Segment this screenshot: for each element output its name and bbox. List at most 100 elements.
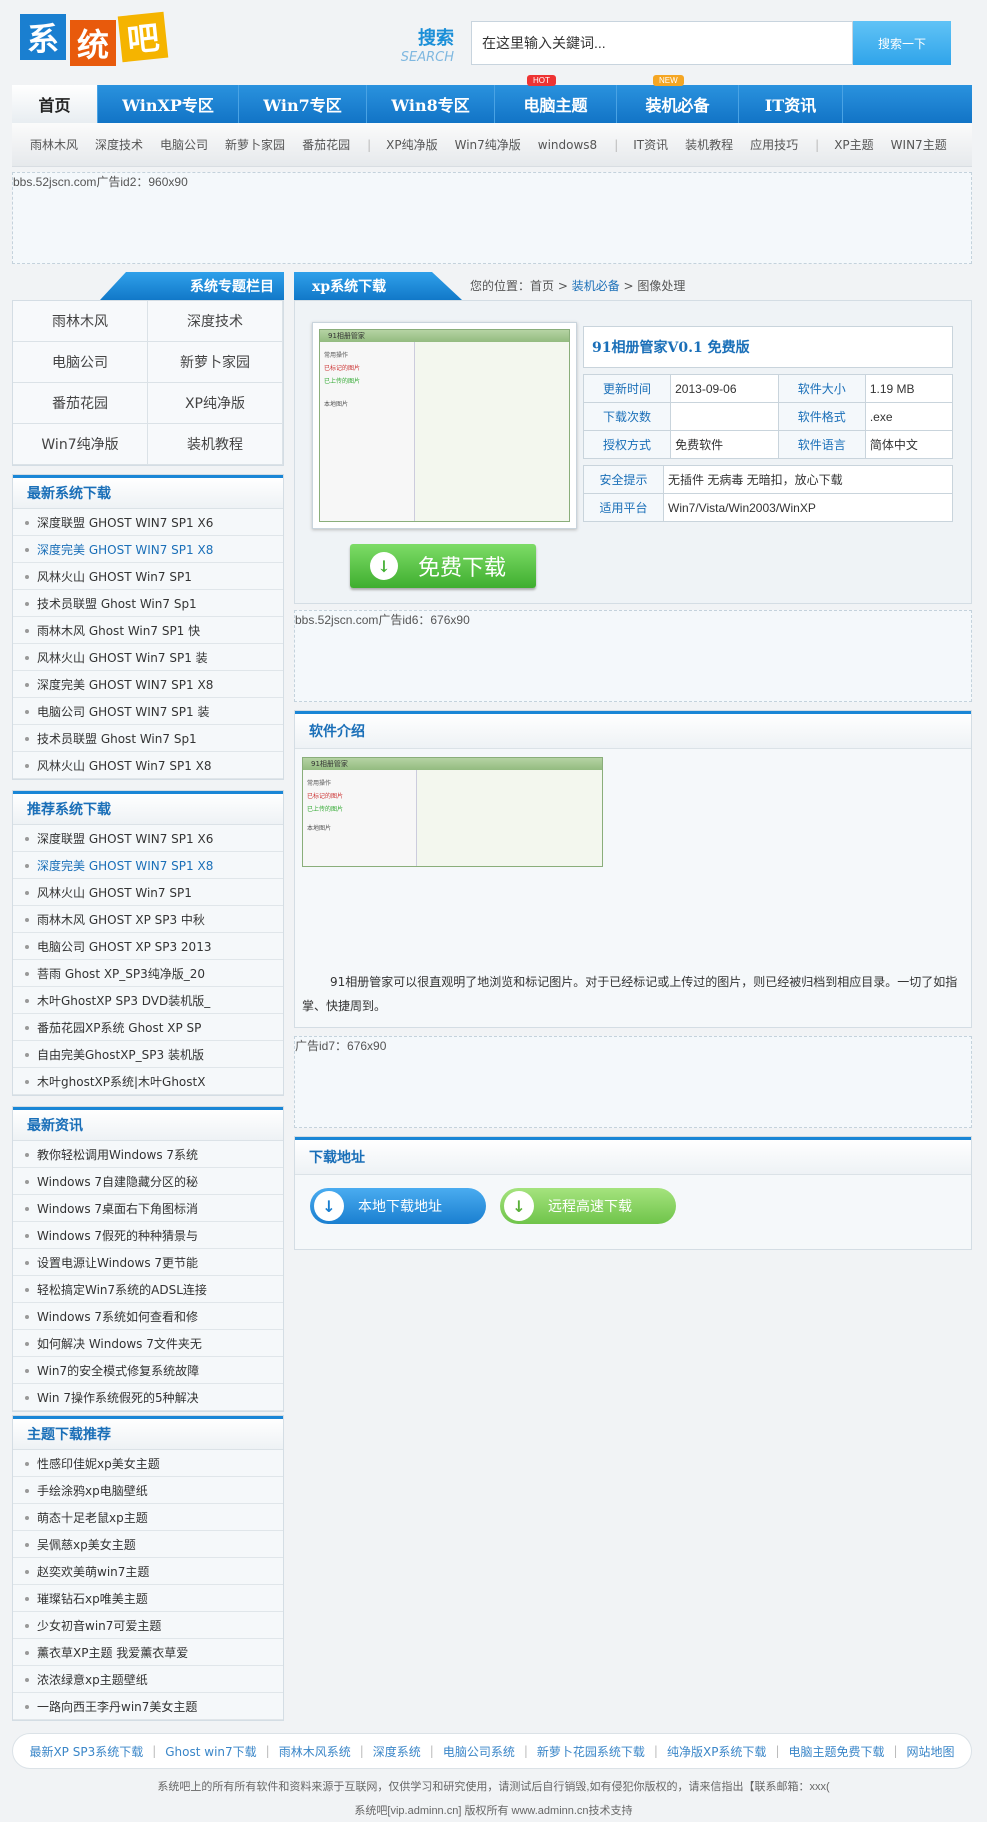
intro-heading: 软件介绍: [295, 711, 971, 749]
subnav-link[interactable]: 装机教程: [685, 136, 733, 153]
list-item[interactable]: 木叶ghostXP系统|木叶GhostX: [13, 1068, 283, 1095]
topic-link[interactable]: 雨林木风: [13, 301, 148, 342]
list-item[interactable]: Win 7操作系统假死的5种解决: [13, 1384, 283, 1411]
list-item[interactable]: 轻松搞定Win7系统的ADSL连接: [13, 1276, 283, 1303]
list-item[interactable]: 雨林木风 GHOST XP SP3 中秋: [13, 906, 283, 933]
breadcrumb-category[interactable]: 装机必备: [572, 279, 620, 293]
footer-link[interactable]: 网站地图: [907, 1743, 955, 1760]
list-item[interactable]: Windows 7桌面右下角图标消: [13, 1195, 283, 1222]
list-item[interactable]: 吴佩慈xp美女主题: [13, 1531, 283, 1558]
search-input[interactable]: [471, 21, 853, 65]
footer-divider: |: [893, 1744, 898, 1758]
list-item[interactable]: 教你轻松调用Windows 7系统: [13, 1141, 283, 1168]
topic-link[interactable]: 深度技术: [148, 301, 283, 342]
footer-link[interactable]: 深度系统: [373, 1743, 421, 1760]
list-item[interactable]: 雨林木风 Ghost Win7 SP1 快: [13, 617, 283, 644]
nav-win7[interactable]: Win7专区: [239, 85, 367, 123]
subnav-link[interactable]: 雨林木风: [30, 136, 78, 153]
list-item[interactable]: Windows 7假死的种种猜景与: [13, 1222, 283, 1249]
sub-nav: 雨林木风 深度技术 电脑公司 新萝卜家园 番茄花园 | XP纯净版 Win7纯净…: [12, 123, 972, 167]
list-item[interactable]: 风林火山 GHOST Win7 SP1 X8: [13, 752, 283, 779]
local-download-button[interactable]: ↓ 本地下载地址: [310, 1188, 486, 1224]
list-item[interactable]: 浓浓绿意xp主题壁纸: [13, 1666, 283, 1693]
list-item[interactable]: 风林火山 GHOST Win7 SP1: [13, 879, 283, 906]
site-logo[interactable]: 系 统 吧: [20, 11, 169, 66]
list-item[interactable]: 自由完美GhostXP_SP3 装机版: [13, 1041, 283, 1068]
topic-link[interactable]: XP纯净版: [148, 383, 283, 424]
list-item[interactable]: 萌态十足老鼠xp主题: [13, 1504, 283, 1531]
subnav-link[interactable]: 应用技巧: [750, 136, 798, 153]
subnav-link[interactable]: XP主题: [834, 136, 873, 153]
topic-link[interactable]: 番茄花园: [13, 383, 148, 424]
list-item[interactable]: 深度联盟 GHOST WIN7 SP1 X6: [13, 509, 283, 536]
list-item[interactable]: 深度完美 GHOST WIN7 SP1 X8: [13, 671, 283, 698]
list-item[interactable]: 薰衣草XP主题 我爱薰衣草爱: [13, 1639, 283, 1666]
nav-essentials-label: 装机必备: [645, 96, 710, 115]
info-key: 软件大小: [777, 374, 866, 403]
footer-link[interactable]: 雨林木风系统: [279, 1743, 351, 1760]
list-item[interactable]: 一路向西王李丹win7美女主题: [13, 1693, 283, 1720]
nav-themes[interactable]: 电脑主题 HOT: [495, 75, 617, 123]
remote-download-button[interactable]: ↓ 远程高速下载: [500, 1188, 676, 1224]
topic-link[interactable]: Win7纯净版: [13, 424, 148, 465]
info-value: 无插件 无病毒 无暗扣，放心下载: [663, 465, 953, 494]
mid-ad-banner[interactable]: bbs.52jscn.com广告id6：676x90: [294, 610, 972, 702]
nav-it-news[interactable]: IT资讯: [739, 85, 843, 123]
footer-link[interactable]: Ghost win7下载: [165, 1743, 256, 1760]
list-item[interactable]: 如何解决 Windows 7文件夹无: [13, 1330, 283, 1357]
subnav-link[interactable]: windows8: [538, 138, 597, 152]
footer-link[interactable]: 电脑公司系统: [443, 1743, 515, 1760]
list-item[interactable]: 菩雨 Ghost XP_SP3纯净版_20: [13, 960, 283, 987]
list-item[interactable]: 深度联盟 GHOST WIN7 SP1 X6: [13, 825, 283, 852]
nav-win8[interactable]: Win8专区: [367, 85, 495, 123]
info-key: 软件格式: [777, 402, 866, 431]
subnav-link[interactable]: 电脑公司: [160, 136, 208, 153]
topic-link[interactable]: 装机教程: [148, 424, 283, 465]
list-item[interactable]: 风林火山 GHOST Win7 SP1 装: [13, 644, 283, 671]
nav-home[interactable]: 首页: [12, 85, 98, 123]
software-screenshot[interactable]: 91相册管家 常用操作 已标记的图片 已上传的图片 本地图片: [312, 322, 577, 529]
list-item[interactable]: 木叶GhostXP SP3 DVD装机版_: [13, 987, 283, 1014]
list-item[interactable]: 技术员联盟 Ghost Win7 Sp1: [13, 725, 283, 752]
list-item[interactable]: 风林火山 GHOST Win7 SP1: [13, 563, 283, 590]
list-item[interactable]: 少女初音win7可爱主题: [13, 1612, 283, 1639]
list-item[interactable]: 深度完美 GHOST WIN7 SP1 X8: [13, 536, 283, 563]
list-item[interactable]: Windows 7系统如何查看和修: [13, 1303, 283, 1330]
footer-link[interactable]: 电脑主题免费下载: [788, 1743, 884, 1760]
list-item[interactable]: 性感印佳妮xp美女主题: [13, 1450, 283, 1477]
list-item[interactable]: 赵奕欢美萌win7主题: [13, 1558, 283, 1585]
topic-link[interactable]: 新萝卜家园: [148, 342, 283, 383]
list-item[interactable]: 技术员联盟 Ghost Win7 Sp1: [13, 590, 283, 617]
low-ad-banner[interactable]: 广告id7：676x90: [294, 1036, 972, 1128]
top-ad-banner[interactable]: bbs.52jscn.com广告id2：960x90: [12, 172, 972, 264]
subnav-link[interactable]: 番茄花园: [302, 136, 350, 153]
subnav-link[interactable]: IT资讯: [633, 136, 668, 153]
search-button[interactable]: 搜索一下: [853, 21, 951, 65]
list-item[interactable]: Windows 7自建隐藏分区的秘: [13, 1168, 283, 1195]
subnav-link[interactable]: 新萝卜家园: [225, 136, 285, 153]
list-item[interactable]: 电脑公司 GHOST WIN7 SP1 装: [13, 698, 283, 725]
list-item[interactable]: 璀璨钻石xp唯美主题: [13, 1585, 283, 1612]
footer-link[interactable]: 新萝卜花园系统下载: [537, 1743, 645, 1760]
nav-winxp[interactable]: WinXP专区: [98, 85, 239, 123]
subnav-link[interactable]: XP纯净版: [386, 136, 437, 153]
breadcrumb-prefix[interactable]: 您的位置：首页 >: [470, 279, 572, 293]
subnav-link[interactable]: 深度技术: [95, 136, 143, 153]
footer-divider: |: [265, 1744, 270, 1758]
list-item[interactable]: Win7的安全模式修复系统故障: [13, 1357, 283, 1384]
list-item[interactable]: 设置电源让Windows 7更节能: [13, 1249, 283, 1276]
footer-link[interactable]: 纯净版XP系统下载: [667, 1743, 766, 1760]
list-item[interactable]: 番茄花园XP系统 Ghost XP SP: [13, 1014, 283, 1041]
subnav-link[interactable]: WIN7主题: [891, 136, 947, 153]
screenshot-titlebar: 91相册管家: [320, 330, 569, 342]
free-download-button[interactable]: ↓ 免费下载: [350, 544, 536, 588]
intro-screenshot: 91相册管家 常用操作 已标记的图片 已上传的图片 本地图片: [302, 757, 603, 867]
software-safety-table: 安全提示 无插件 无病毒 无暗扣，放心下载 适用平台 Win7/Vista/Wi…: [583, 465, 953, 522]
nav-essentials[interactable]: 装机必备 NEW: [617, 75, 739, 123]
list-item[interactable]: 手绘涂鸦xp电脑壁纸: [13, 1477, 283, 1504]
subnav-link[interactable]: Win7纯净版: [455, 136, 521, 153]
footer-link[interactable]: 最新XP SP3系统下载: [29, 1743, 143, 1760]
list-item[interactable]: 电脑公司 GHOST XP SP3 2013: [13, 933, 283, 960]
list-item[interactable]: 深度完美 GHOST WIN7 SP1 X8: [13, 852, 283, 879]
topic-link[interactable]: 电脑公司: [13, 342, 148, 383]
